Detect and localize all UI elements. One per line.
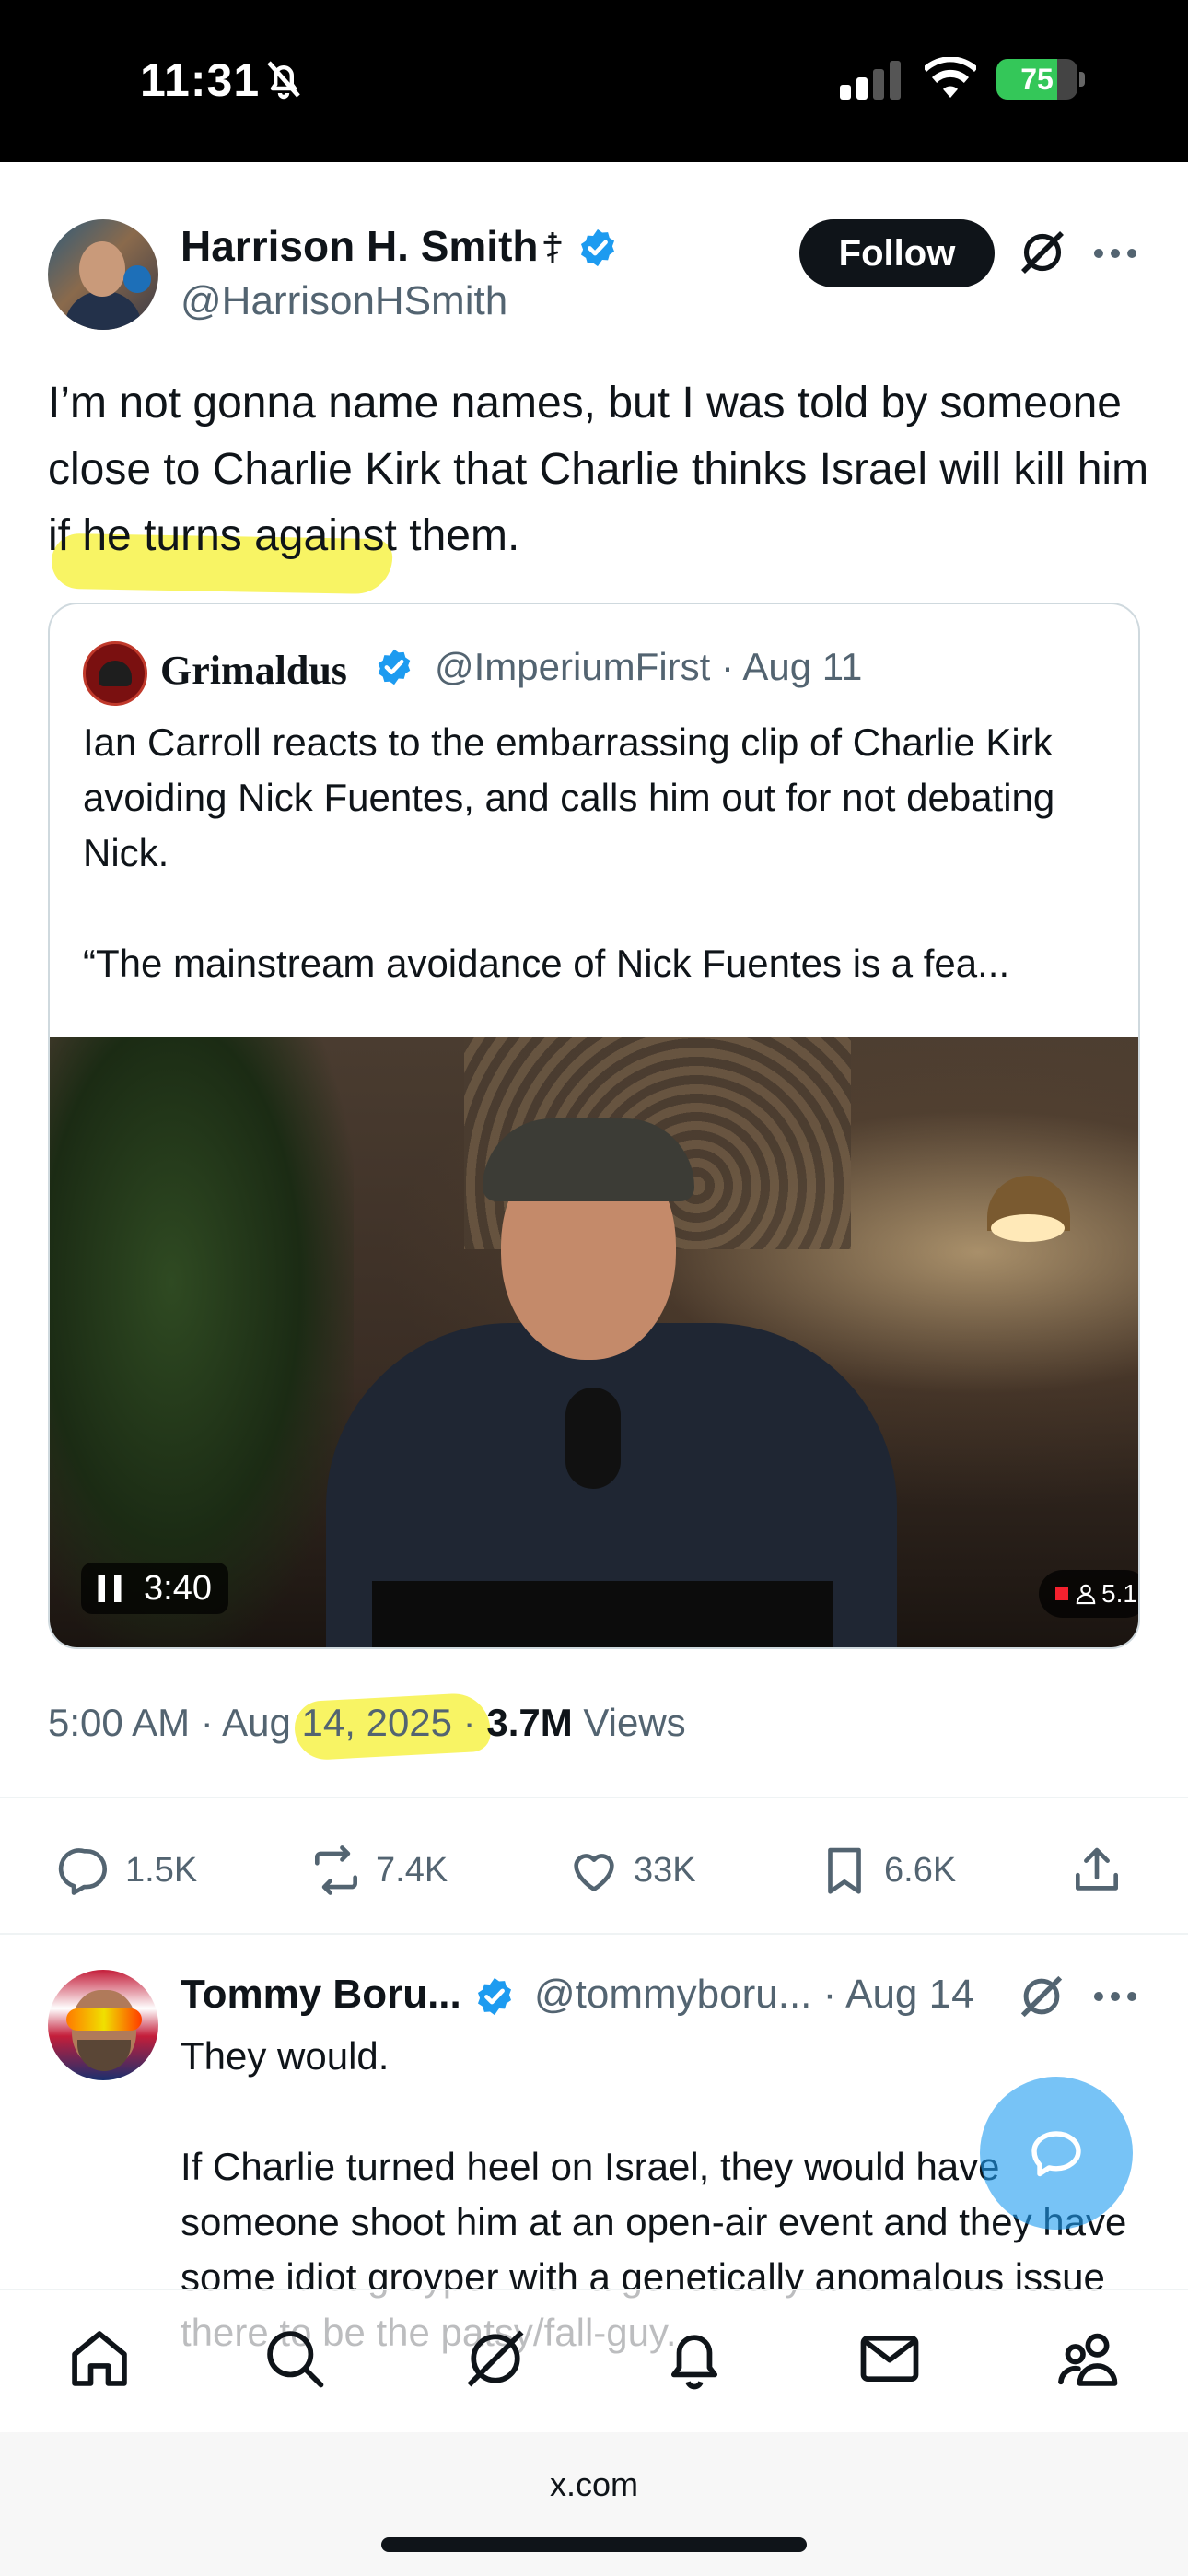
battery-percent: 75 [1020, 63, 1054, 96]
pause-icon[interactable] [98, 1575, 122, 1602]
author-avatar[interactable] [48, 219, 158, 330]
views-label: Views [583, 1701, 686, 1744]
cellular-signal-icon [840, 61, 901, 100]
wifi-icon [925, 57, 976, 98]
tweet-date[interactable]: Aug 14, 2025 [222, 1701, 452, 1744]
reply-button[interactable]: 1.5K [57, 1841, 197, 1900]
home-icon[interactable] [64, 2324, 134, 2394]
grok-icon[interactable] [1017, 227, 1068, 278]
live-dot [1055, 1587, 1068, 1600]
quote-text-paragraph: Ian Carroll reacts to the embarrassing c… [83, 720, 1055, 874]
reply-author-handle[interactable]: @tommyboru... [534, 1972, 811, 2017]
messages-icon[interactable] [855, 2324, 925, 2394]
reply-count: 1.5K [125, 1850, 198, 1890]
repost-count: 7.4K [376, 1850, 448, 1890]
quoted-tweet-card[interactable]: Grimaldus @ImperiumFirst · Aug 11 Ian Ca… [48, 603, 1140, 1649]
share-button[interactable] [1068, 1841, 1136, 1900]
reply-icon [58, 1848, 107, 1895]
grok-icon[interactable] [1017, 1972, 1066, 2021]
video-frame-laptop [372, 1581, 833, 1647]
repost-button[interactable]: 7.4K [308, 1841, 448, 1900]
search-icon[interactable] [260, 2324, 330, 2394]
browser-address-bar[interactable]: x.com [0, 2432, 1188, 2576]
status-bar: 11:31 75 [0, 0, 1188, 162]
share-icon [1076, 1847, 1118, 1891]
person-icon [1076, 1584, 1096, 1605]
video-frame-plant [50, 1037, 354, 1647]
verified-badge-icon [477, 1977, 512, 2016]
quote-author-avatar[interactable] [83, 641, 147, 706]
video-player[interactable]: 3:40 5.1 [50, 1037, 1138, 1647]
url-text[interactable]: x.com [0, 2465, 1188, 2504]
more-options-icon[interactable] [1092, 1990, 1138, 2003]
bookmark-count: 6.6K [884, 1850, 957, 1890]
quote-text: Ian Carroll reacts to the embarrassing c… [83, 715, 1105, 991]
live-viewers-count: 5.1 [1101, 1579, 1137, 1608]
quote-meta: @ImperiumFirst · Aug 11 [435, 645, 863, 688]
reply-author-name[interactable]: Tommy Boru... [181, 1972, 461, 2018]
verified-badge-icon [580, 228, 615, 267]
quote-text-paragraph: “The mainstream avoidance of Nick Fuente… [83, 942, 1010, 985]
bell-slash-icon [267, 61, 300, 100]
video-duration: 3:40 [144, 1568, 212, 1608]
like-button[interactable]: 33K [565, 1841, 696, 1900]
like-count: 33K [634, 1850, 696, 1890]
video-frame-person-cap [483, 1118, 694, 1201]
quote-author-name[interactable]: Grimaldus [160, 647, 347, 694]
compose-reply-button[interactable] [980, 2077, 1133, 2230]
bookmark-button[interactable]: 6.6K [816, 1841, 956, 1900]
follow-button[interactable]: Follow [799, 219, 995, 287]
bookmark-icon [828, 1847, 861, 1894]
chat-bubble-icon [1031, 2131, 1081, 2177]
heart-icon [574, 1854, 614, 1891]
communities-icon[interactable] [1054, 2324, 1124, 2394]
bottom-tab-bar [0, 2289, 1188, 2432]
video-frame-microphone [565, 1388, 621, 1489]
views-count: 3.7M [486, 1701, 573, 1744]
reply-meta: @tommyboru... · Aug 14 [534, 1972, 974, 2017]
divider [0, 1797, 1188, 1798]
video-frame-lamp-light [991, 1214, 1065, 1242]
author-handle[interactable]: @HarrisonHSmith [181, 278, 507, 324]
live-viewers-badge: 5.1 [1039, 1570, 1138, 1618]
quote-date: Aug 11 [742, 645, 863, 688]
video-timer[interactable]: 3:40 [81, 1563, 228, 1614]
verified-badge-icon [378, 649, 411, 685]
tweet-time: 5:00 AM [48, 1701, 191, 1744]
notifications-icon[interactable] [659, 2324, 729, 2394]
reply-author-avatar[interactable] [48, 1970, 158, 2080]
home-indicator[interactable] [381, 2537, 807, 2552]
status-time: 11:31 [140, 54, 261, 106]
reply-date: Aug 14 [845, 1972, 974, 2017]
reply-paragraph: They would. [181, 2034, 390, 2078]
battery-indicator: 75 [996, 59, 1085, 100]
quote-author-handle[interactable]: @ImperiumFirst [435, 645, 710, 688]
author-name[interactable]: Harrison H. Smith [181, 221, 539, 271]
tweet-text: I’m not gonna name names, but I was told… [48, 379, 1149, 560]
repost-icon [315, 1845, 357, 1895]
more-options-icon[interactable] [1092, 247, 1138, 260]
orthodox-cross-icon [543, 232, 562, 263]
divider [0, 1933, 1188, 1935]
tweet-timestamp-row: 5:00 AM · Aug 14, 2025 · 3.7M Views [48, 1701, 686, 1744]
grok-icon[interactable] [460, 2324, 530, 2394]
